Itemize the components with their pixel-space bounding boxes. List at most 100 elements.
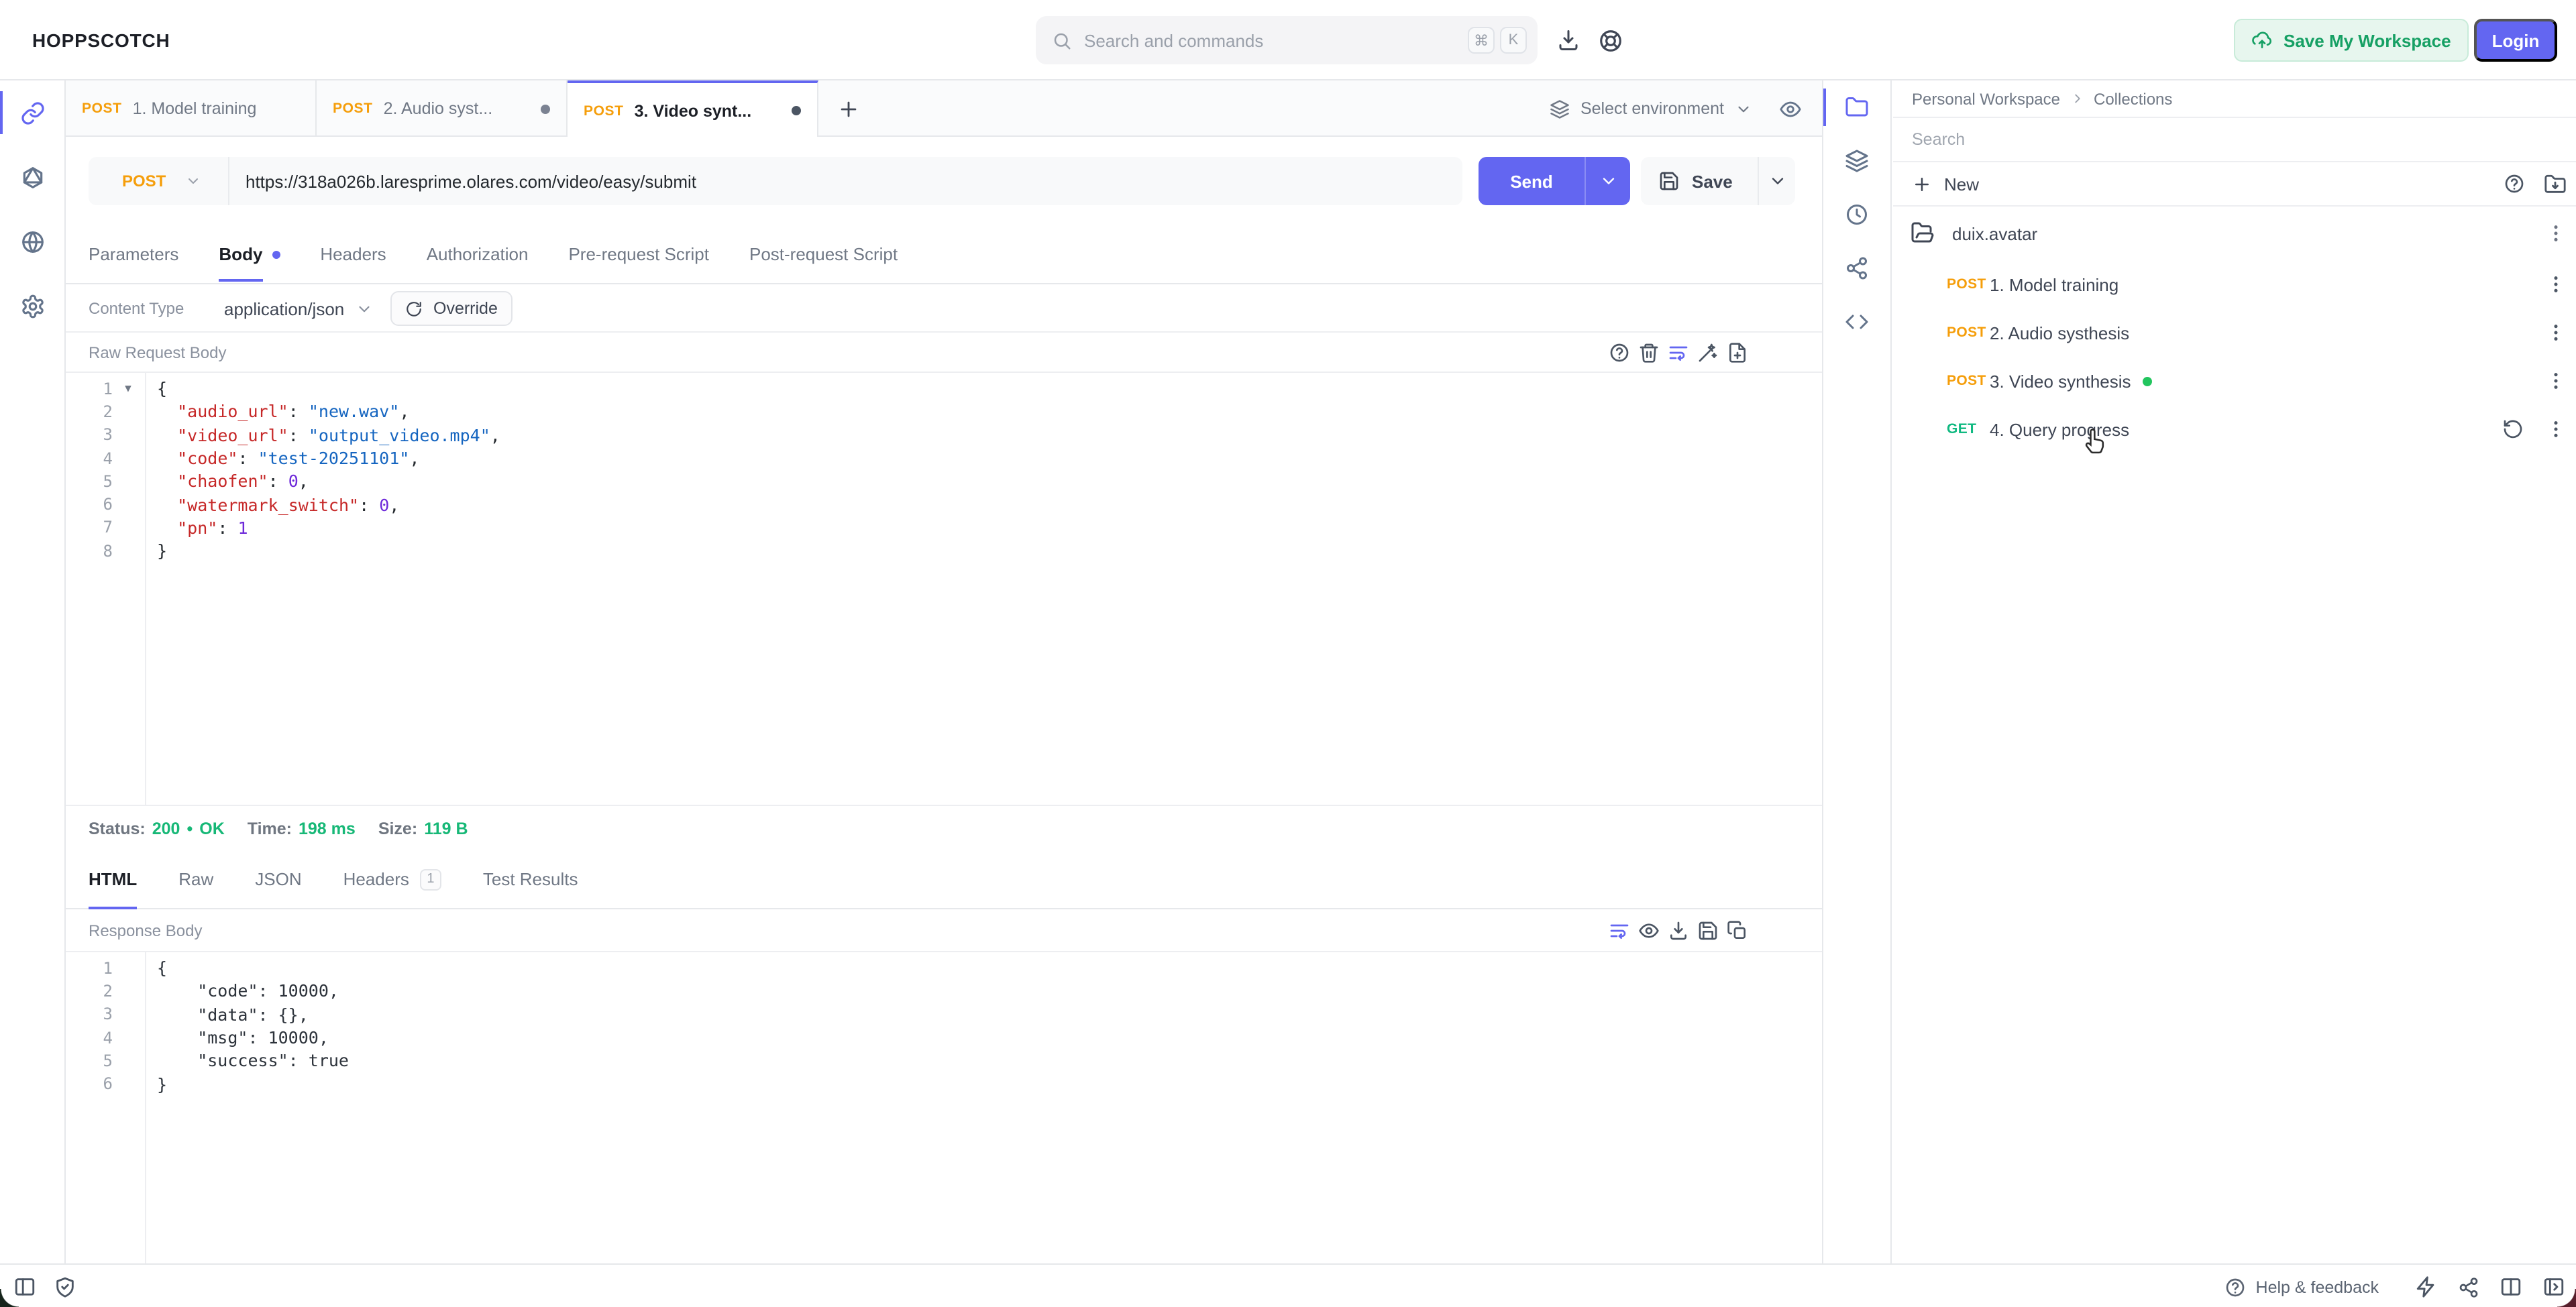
kebab-menu-icon[interactable]: [2545, 274, 2567, 295]
collection-folder-duix-avatar[interactable]: duix.avatar: [1893, 207, 2576, 260]
code-content: }: [144, 541, 167, 561]
sidebar-item-history[interactable]: [1823, 188, 1890, 241]
window-corner-left: [0, 1289, 19, 1307]
save-button[interactable]: Save: [1641, 157, 1795, 205]
request-option-tab-post-request-script[interactable]: Post-request Script: [749, 225, 898, 284]
search-icon: [1052, 30, 1072, 50]
request-list-item[interactable]: GET4. Query progress: [1893, 405, 2576, 453]
help-feedback-button[interactable]: Help & feedback: [2225, 1276, 2379, 1298]
import-export-icon[interactable]: [2544, 172, 2567, 195]
help-circle-icon[interactable]: [2504, 173, 2525, 194]
method-selector[interactable]: POST: [89, 157, 229, 205]
line-number: 1: [66, 958, 113, 977]
request-list-item[interactable]: POST1. Model training: [1893, 260, 2576, 308]
login-button[interactable]: Login: [2474, 19, 2557, 62]
url-input[interactable]: https://318a026b.laresprime.olares.com/v…: [229, 171, 696, 191]
eye-icon[interactable]: [1637, 919, 1660, 942]
new-collection-button[interactable]: New: [1944, 174, 1979, 194]
lightning-icon[interactable]: [2415, 1275, 2438, 1298]
environment-quick-peek[interactable]: [1779, 80, 1802, 137]
request-list-item[interactable]: POST2. Audio systhesis: [1893, 308, 2576, 357]
save-options-chevron[interactable]: [1759, 172, 1795, 190]
help-circle-icon[interactable]: [1607, 341, 1630, 363]
request-option-tab-label: Authorization: [427, 244, 529, 264]
nav-item-realtime[interactable]: [0, 209, 64, 274]
breadcrumb-workspace[interactable]: Personal Workspace: [1912, 89, 2060, 108]
response-tab-html[interactable]: HTML: [89, 850, 137, 909]
new-tab-button[interactable]: [818, 80, 877, 137]
copy-icon[interactable]: [1725, 919, 1748, 942]
save-my-workspace-button[interactable]: Save My Workspace: [2234, 19, 2469, 62]
request-option-tab-authorization[interactable]: Authorization: [427, 225, 529, 284]
kebab-menu-icon[interactable]: [2545, 223, 2567, 244]
wrap-text-icon[interactable]: [1666, 341, 1689, 363]
collections-search-placeholder: Search: [1912, 130, 1965, 149]
request-option-tab-parameters[interactable]: Parameters: [89, 225, 178, 284]
wrap-text-icon[interactable]: [1607, 919, 1630, 942]
global-search[interactable]: Search and commands ⌘ K: [1036, 16, 1538, 64]
request-row-actions: [2545, 274, 2567, 295]
request-method-badge: POST: [1947, 325, 1986, 341]
save-icon: [1641, 170, 1680, 192]
save-icon[interactable]: [1696, 919, 1719, 942]
nav-item-rest[interactable]: [0, 80, 64, 145]
help-circle-icon: [2225, 1276, 2247, 1298]
response-tab-json[interactable]: JSON: [255, 850, 301, 909]
content-type-selector[interactable]: application/json: [224, 284, 372, 333]
nav-item-settings[interactable]: [0, 274, 64, 338]
override-button[interactable]: Override: [390, 291, 513, 326]
share-icon[interactable]: [2458, 1276, 2479, 1298]
response-body-viewer[interactable]: 1{2 "code": 10000,3 "data": {},4 "msg": …: [66, 952, 1822, 1263]
response-tab-headers[interactable]: Headers1: [343, 850, 441, 909]
request-option-tab-label: Body: [219, 244, 262, 264]
code-content: {: [144, 378, 167, 398]
download-icon[interactable]: [1556, 28, 1580, 52]
file-plus-icon[interactable]: [1725, 341, 1748, 363]
response-tab-raw[interactable]: Raw: [178, 850, 213, 909]
trash-icon[interactable]: [1637, 341, 1660, 363]
code-content: "data": {},: [144, 1004, 309, 1024]
size-label: Size:: [378, 819, 417, 838]
sidebar-item-share[interactable]: [1823, 241, 1890, 295]
layers-icon: [1845, 149, 1869, 173]
line-number: 7: [66, 518, 113, 537]
nav-item-graphql[interactable]: [0, 145, 64, 209]
environment-selector[interactable]: Select environment: [1550, 80, 1752, 137]
request-list-item[interactable]: POST3. Video synthesis: [1893, 357, 2576, 405]
send-options-chevron[interactable]: [1586, 172, 1630, 190]
folder-open-icon: [1911, 221, 1935, 245]
kebab-menu-icon[interactable]: [2545, 370, 2567, 392]
send-button[interactable]: Send: [1479, 157, 1630, 205]
code-line: 2 "code": 10000,: [66, 980, 1822, 1003]
request-option-tab-headers[interactable]: Headers: [320, 225, 386, 284]
url-box: POST https://318a026b.laresprime.olares.…: [89, 157, 1462, 205]
request-tab[interactable]: POST1. Model training: [66, 80, 317, 137]
response-body-lines: 1{2 "code": 10000,3 "data": {},4 "msg": …: [66, 956, 1822, 1096]
request-tab[interactable]: POST2. Audio syst...: [317, 80, 568, 137]
request-option-tab-body[interactable]: Body: [219, 225, 280, 284]
code-content: }: [144, 1074, 167, 1094]
restore-response-icon[interactable]: [2502, 418, 2524, 440]
layers-icon: [1550, 99, 1570, 119]
columns-icon[interactable]: [2500, 1275, 2522, 1298]
response-tab-test-results[interactable]: Test Results: [483, 850, 578, 909]
lifebuoy-icon[interactable]: [1598, 27, 1623, 53]
response-tab-label: HTML: [89, 869, 137, 889]
send-label: Send: [1479, 171, 1585, 191]
collections-search-input[interactable]: Search: [1893, 118, 2576, 162]
kebab-menu-icon[interactable]: [2545, 322, 2567, 343]
help-feedback-label: Help & feedback: [2256, 1277, 2379, 1296]
shield-check-icon[interactable]: [54, 1275, 76, 1298]
sidebar-item-environments[interactable]: [1823, 134, 1890, 188]
sidebar-item-generate-code[interactable]: [1823, 295, 1890, 349]
collections-panel: Personal Workspace Collections Search Ne…: [1893, 80, 2576, 1263]
request-option-tab-pre-request-script[interactable]: Pre-request Script: [568, 225, 709, 284]
request-body-editor[interactable]: 1▼{2 "audio_url": "new.wav",3 "video_url…: [66, 373, 1822, 805]
kebab-menu-icon[interactable]: [2545, 418, 2567, 440]
download-icon[interactable]: [1666, 919, 1689, 942]
magic-wand-icon[interactable]: [1696, 341, 1719, 363]
request-tab[interactable]: POST3. Video synt...: [568, 80, 818, 138]
content-type-value: application/json: [224, 298, 344, 319]
sidebar-item-collections[interactable]: [1823, 80, 1890, 134]
unsaved-dot: [541, 104, 550, 113]
